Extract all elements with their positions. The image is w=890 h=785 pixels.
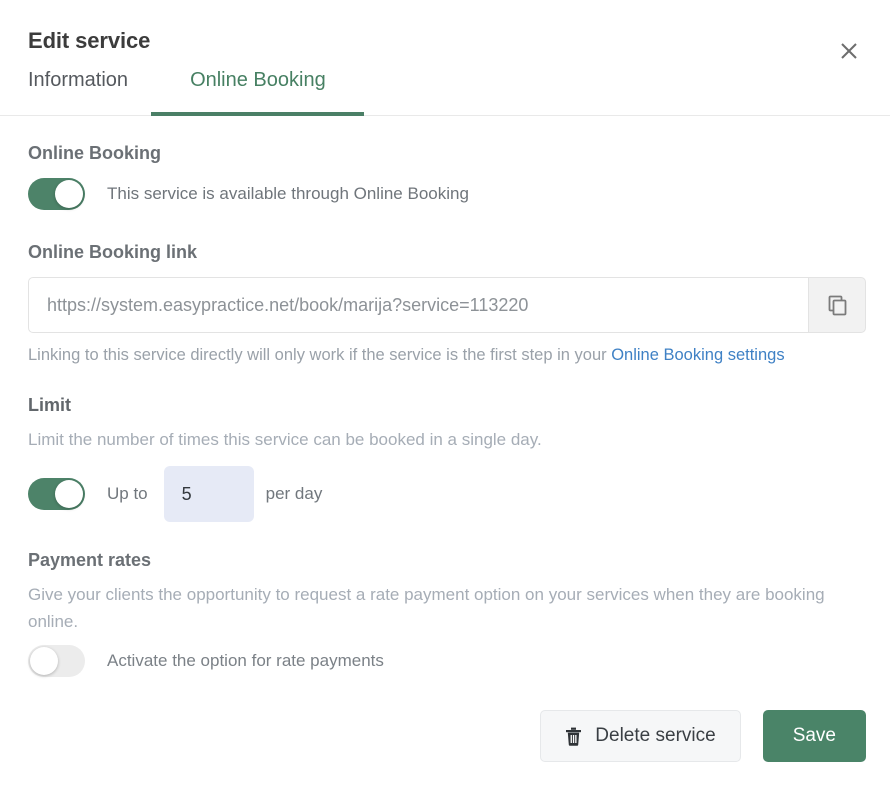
payment-rates-toggle[interactable] bbox=[28, 645, 85, 677]
trash-icon bbox=[565, 727, 582, 746]
section-payment-rates: Payment rates Give your clients the oppo… bbox=[28, 549, 866, 677]
payment-rates-description: Give your clients the opportunity to req… bbox=[28, 585, 825, 631]
online-booking-settings-link[interactable]: Online Booking settings bbox=[611, 346, 784, 364]
section-title-payment-rates: Payment rates bbox=[28, 550, 152, 570]
tab-online-booking[interactable]: Online Booking bbox=[151, 58, 364, 116]
section-title-booking-link: Online Booking link bbox=[28, 242, 198, 262]
delete-service-button[interactable]: Delete service bbox=[540, 710, 741, 762]
limit-value-input[interactable] bbox=[163, 466, 254, 522]
delete-service-label: Delete service bbox=[595, 725, 716, 746]
toggle-knob bbox=[30, 647, 58, 675]
booking-link-group bbox=[28, 277, 866, 333]
limit-row: Up to per day bbox=[28, 466, 866, 522]
section-limit: Limit Limit the number of times this ser… bbox=[28, 394, 866, 522]
booking-link-helper: Linking to this service directly will on… bbox=[28, 344, 866, 366]
payment-rates-toggle-row: Activate the option for rate payments bbox=[28, 645, 866, 677]
save-button[interactable]: Save bbox=[762, 710, 866, 762]
toggle-knob bbox=[55, 480, 83, 508]
booking-link-helper-text: Linking to this service directly will on… bbox=[28, 346, 612, 364]
modal-header: Edit service bbox=[0, 0, 890, 59]
section-booking-link: Online Booking link Linking to this serv… bbox=[28, 241, 866, 366]
toggle-knob bbox=[55, 180, 83, 208]
section-online-booking: Online Booking This service is available… bbox=[28, 142, 866, 210]
modal-footer: Delete service Save bbox=[0, 710, 890, 762]
edit-service-modal: Edit service Information Online Booking … bbox=[0, 0, 890, 785]
online-booking-toggle-label: This service is available through Online… bbox=[107, 184, 469, 203]
limit-after-label: per day bbox=[265, 484, 323, 503]
payment-rates-toggle-label: Activate the option for rate payments bbox=[107, 651, 384, 670]
online-booking-toggle-row: This service is available through Online… bbox=[28, 178, 866, 210]
tab-information[interactable]: Information bbox=[28, 58, 128, 114]
limit-toggle[interactable] bbox=[28, 478, 85, 510]
save-button-label: Save bbox=[792, 725, 836, 746]
section-title-online-booking: Online Booking bbox=[28, 143, 161, 163]
online-booking-toggle[interactable] bbox=[28, 178, 85, 210]
page-title: Edit service bbox=[28, 28, 151, 53]
section-title-limit: Limit bbox=[28, 395, 71, 415]
limit-description: Limit the number of times this service c… bbox=[28, 430, 542, 449]
modal-body: Online Booking This service is available… bbox=[0, 116, 890, 677]
copy-icon[interactable] bbox=[808, 277, 866, 333]
tab-bar: Information Online Booking bbox=[0, 58, 890, 116]
booking-link-input[interactable] bbox=[28, 277, 808, 333]
limit-before-label: Up to bbox=[107, 484, 148, 503]
